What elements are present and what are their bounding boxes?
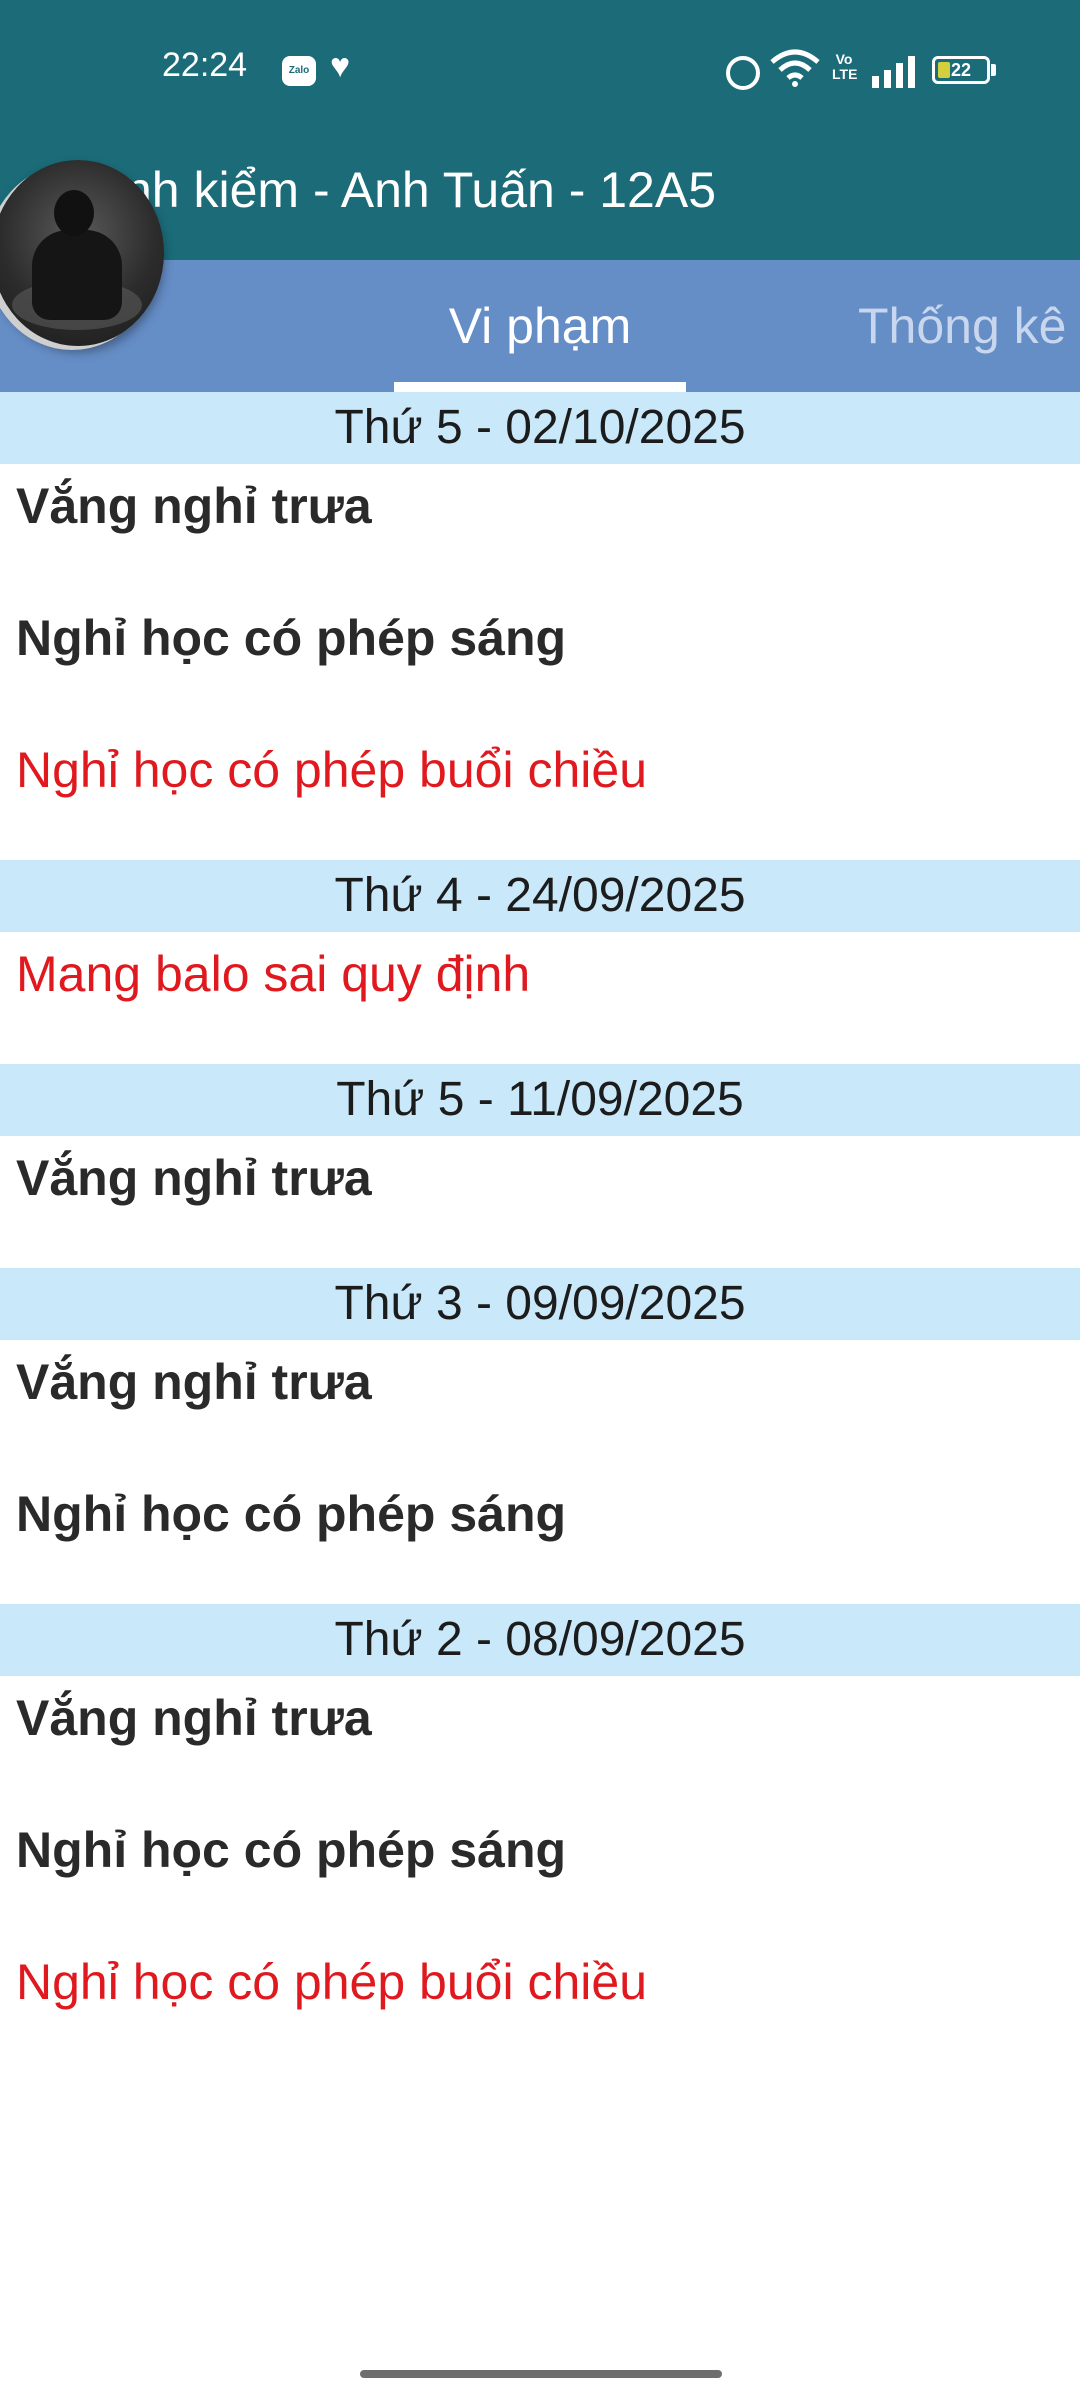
violation-item[interactable]: Vắng nghỉ trưa	[0, 464, 1080, 596]
battery-level: 22	[950, 60, 972, 80]
heart-icon: ♥	[330, 47, 351, 85]
battery-icon: 22	[932, 56, 990, 84]
violation-item[interactable]: Nghỉ học có phép sáng	[0, 1472, 1080, 1604]
avatar[interactable]	[0, 160, 164, 346]
day-header: Thứ 5 - 11/09/2025	[0, 1064, 1080, 1136]
violation-item[interactable]: Nghỉ học có phép buổi chiều	[0, 1940, 1080, 2072]
day-header: Thứ 4 - 24/09/2025	[0, 860, 1080, 932]
violation-item[interactable]: Vắng nghỉ trưa	[0, 1340, 1080, 1472]
status-time: 22:24	[162, 46, 248, 84]
wifi-icon	[770, 49, 820, 87]
tab-indicator	[394, 382, 686, 392]
violation-item[interactable]: Nghỉ học có phép sáng	[0, 596, 1080, 728]
page-title: nh kiểm - Anh Tuấn - 12A5	[124, 162, 717, 218]
tab-bar: Vi phạm Thống kê	[0, 260, 1080, 392]
violation-item[interactable]: Nghỉ học có phép sáng	[0, 1808, 1080, 1940]
violation-item[interactable]: Vắng nghỉ trưa	[0, 1676, 1080, 1808]
avatar-head	[54, 190, 94, 236]
violation-item[interactable]: Nghỉ học có phép buổi chiều	[0, 728, 1080, 860]
day-header: Thứ 5 - 02/10/2025	[0, 392, 1080, 464]
volte-icon: Vo LTE	[832, 51, 858, 82]
battery-tip	[991, 64, 996, 76]
violation-item[interactable]: Vắng nghỉ trưa	[0, 1136, 1080, 1268]
day-header: Thứ 2 - 08/09/2025	[0, 1604, 1080, 1676]
violation-list: Thứ 5 - 02/10/2025 Vắng nghỉ trưa Nghỉ h…	[0, 392, 1080, 2072]
tab-statistics[interactable]: Thống kê	[858, 260, 1080, 392]
home-indicator[interactable]	[360, 2370, 722, 2378]
zalo-icon: Zalo	[282, 56, 316, 86]
day-header: Thứ 3 - 09/09/2025	[0, 1268, 1080, 1340]
status-bar: 22:24 Zalo ♥ Vo LTE 22	[0, 0, 1080, 140]
violation-item[interactable]: Mang balo sai quy định	[0, 932, 1080, 1064]
alarm-icon	[726, 56, 760, 90]
signal-icon	[872, 56, 915, 88]
avatar-figure	[32, 230, 122, 320]
tab-violations[interactable]: Vi phạm	[394, 260, 686, 392]
